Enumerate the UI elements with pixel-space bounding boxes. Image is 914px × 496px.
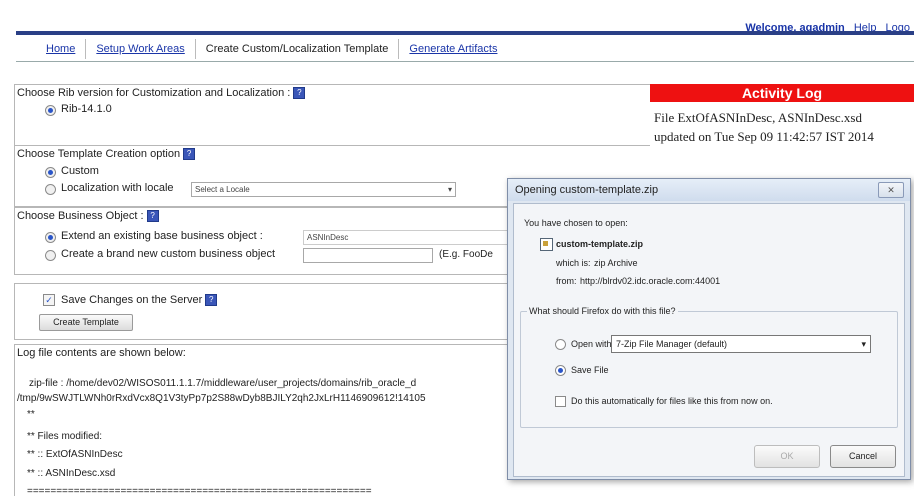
dialog-title-bar: Opening custom-template.zip ✕: [508, 179, 910, 201]
base-object-select[interactable]: ASNInDesc▾: [303, 230, 519, 245]
extend-object-radio[interactable]: [45, 232, 56, 243]
rib-section-title: Choose Rib version for Customization and…: [17, 87, 306, 100]
log-line: zip-file : /home/dev02/WISOS011.1.1.7/mi…: [29, 378, 417, 389]
rib-version-radio[interactable]: [45, 105, 56, 116]
log-line: /tmp/9wSWJTLWNh0rRxdVcx8Q1V3tyPp7p2S88wD…: [17, 393, 426, 404]
localization-radio[interactable]: [45, 184, 56, 195]
log-contents[interactable]: zip-file : /home/dev02/WISOS011.1.1.7/mi…: [14, 376, 515, 496]
help-icon[interactable]: ?: [146, 210, 159, 223]
dialog-title: Opening custom-template.zip: [515, 184, 659, 196]
tab-home[interactable]: Home: [36, 39, 87, 59]
file-type-label: which is:: [556, 258, 591, 268]
dialog-body: You have chosen to open: custom-template…: [513, 203, 905, 477]
tab-create-template[interactable]: Create Custom/Localization Template: [195, 39, 400, 59]
custom-radio[interactable]: [45, 167, 56, 178]
help-icon[interactable]: ?: [205, 294, 218, 307]
tab-generate-artifacts[interactable]: Generate Artifacts: [399, 39, 507, 59]
file-type-value: zip Archive: [594, 258, 638, 268]
chevron-down-icon: ▾: [861, 339, 866, 349]
save-on-server-label: Save Changes on the Server?: [61, 294, 218, 307]
download-dialog: Opening custom-template.zip ✕ You have c…: [507, 178, 911, 480]
auto-action-label: Do this automatically for files like thi…: [571, 396, 773, 406]
zip-file-icon: [540, 238, 553, 251]
open-action-group: What should Firefox do with this file? O…: [520, 306, 898, 428]
file-source-value: http://blrdv02.idc.oracle.com:44001: [580, 276, 721, 286]
create-object-label: Create a brand new custom business objec…: [61, 248, 276, 260]
save-file-radio[interactable]: [555, 365, 566, 376]
dialog-filename: custom-template.zip: [556, 239, 644, 249]
custom-object-input[interactable]: [303, 248, 433, 263]
save-file-label: Save File: [571, 365, 609, 375]
log-line: **: [27, 409, 35, 420]
locale-select[interactable]: Select a Locale ▾: [191, 182, 456, 197]
log-line: ========================================…: [27, 486, 372, 496]
log-line: ** Files modified:: [27, 431, 103, 442]
file-source-label: from:: [556, 276, 577, 286]
save-on-server-checkbox[interactable]: ✓: [43, 294, 55, 306]
activity-log-panel: Activity Log File ExtOfASNInDesc, ASNInD…: [650, 84, 914, 184]
example-hint: (E.g. FooDe: [439, 249, 493, 260]
rib-version-label: Rib-14.1.0: [61, 103, 112, 115]
rib-version-section: Choose Rib version for Customization and…: [14, 84, 652, 146]
auto-action-checkbox[interactable]: [555, 396, 566, 407]
open-action-question: What should Firefox do with this file?: [527, 306, 678, 316]
close-icon[interactable]: ✕: [878, 182, 904, 198]
extend-object-label: Extend an existing base business object …: [61, 230, 263, 242]
chevron-down-icon: ▾: [447, 185, 452, 194]
tab-setup-work-areas[interactable]: Setup Work Areas: [86, 39, 196, 59]
activity-log-text: File ExtOfASNInDesc, ASNInDesc.xsd updat…: [654, 110, 874, 144]
help-icon[interactable]: ?: [183, 148, 196, 161]
custom-label: Custom: [61, 165, 99, 177]
tab-bar: Home Setup Work Areas Create Custom/Loca…: [36, 38, 507, 60]
open-with-select[interactable]: 7-Zip File Manager (default) ▾: [611, 335, 871, 353]
cancel-button[interactable]: Cancel: [830, 445, 896, 468]
ok-button[interactable]: OK: [754, 445, 820, 468]
localization-label: Localization with locale: [61, 182, 174, 194]
business-section-title: Choose Business Object :?: [17, 210, 159, 223]
open-with-label: Open with: [571, 339, 612, 349]
log-line: ** :: ExtOfASNInDesc: [27, 449, 123, 460]
open-with-radio[interactable]: [555, 339, 566, 350]
create-template-button[interactable]: Create Template: [39, 314, 133, 331]
tab-underline: [16, 61, 914, 62]
log-line: ** :: ASNInDesc.xsd: [27, 468, 116, 479]
activity-log-title: Activity Log: [650, 84, 914, 102]
help-icon[interactable]: ?: [293, 87, 306, 100]
dialog-intro: You have chosen to open:: [524, 218, 628, 228]
create-object-radio[interactable]: [45, 250, 56, 261]
template-section-title: Choose Template Creation option?: [17, 148, 196, 161]
tab-bar-divider: [16, 31, 914, 35]
log-title: Log file contents are shown below:: [17, 347, 186, 359]
